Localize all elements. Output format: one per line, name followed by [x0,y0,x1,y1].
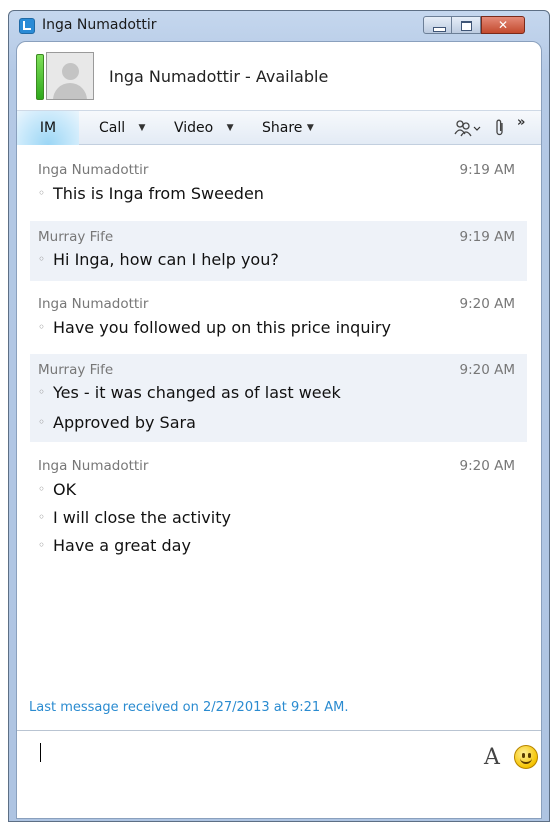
message-line: ◦ I will close the activity [38,508,231,527]
bullet-icon: ◦ [38,510,46,524]
message-input[interactable]: A [17,731,541,818]
paperclip-icon[interactable] [494,119,506,137]
emoticon-icon[interactable] [514,745,538,769]
message-sender: Murray Fife [38,362,114,378]
message-line: ◦ Approved by Sara [38,413,196,432]
client-area: Inga Numadottir - Available IM Call ▼ Vi… [16,41,542,819]
call-dropdown-icon[interactable]: ▼ [139,123,146,133]
bullet-icon: ◦ [38,186,46,200]
more-options-icon[interactable]: » [517,115,525,130]
call-button[interactable]: Call ▼ [99,120,145,136]
message-line: ◦ Yes - it was changed as of last week [38,383,341,402]
maximize-icon [461,21,472,31]
message-group: Murray Fife 9:20 AM ◦ Yes - it was change… [30,354,527,442]
share-label: Share [262,120,303,136]
message-sender: Inga Numadottir [38,458,149,474]
people-icon[interactable] [454,119,481,137]
im-window: Inga Numadottir ✕ Inga Numadottir - Avai… [8,10,550,822]
message-group: Inga Numadottir 9:19 AM ◦ This is Inga fr… [30,154,527,217]
conversation-toolbar: IM Call ▼ Video ▼ Share ▼ » [17,110,541,145]
bullet-icon: ◦ [38,538,46,552]
bullet-icon: ◦ [38,482,46,496]
message-text: Yes - it was changed as of last week [53,383,341,402]
video-button[interactable]: Video ▼ [174,120,234,136]
message-text: Have you followed up on this price inqui… [53,318,391,337]
emoticon-mouth [520,755,532,764]
avatar-placeholder-head [62,63,79,80]
video-dropdown-icon[interactable]: ▼ [227,123,234,133]
lync-app-icon [19,18,35,34]
bullet-icon: ◦ [38,385,46,399]
message-text: This is Inga from Sweeden [53,184,264,203]
message-text: Hi Inga, how can I help you? [53,250,279,269]
share-button[interactable]: Share ▼ [262,120,314,136]
last-message-status: Last message received on 2/27/2013 at 9:… [29,700,349,715]
title-bar[interactable]: Inga Numadottir ✕ [9,11,549,41]
avatar-placeholder-body [53,83,87,99]
minimize-icon [433,27,446,32]
message-time: 9:20 AM [459,296,516,312]
maximize-button[interactable] [452,16,481,34]
contact-header: Inga Numadottir - Available [17,42,541,102]
message-time: 9:20 AM [459,362,516,378]
message-line: ◦ Have you followed up on this price inqu… [38,318,391,337]
message-line: ◦ Have a great day [38,536,191,555]
bullet-icon: ◦ [38,415,46,429]
bullet-icon: ◦ [38,320,46,334]
contact-avatar[interactable] [46,52,94,100]
message-text: OK [53,480,77,499]
message-group: Murray Fife 9:19 AM ◦ Hi Inga, how can I … [30,221,527,281]
font-icon[interactable]: A [484,745,500,770]
message-group: Inga Numadottir 9:20 AM ◦ Have you follow… [30,288,527,350]
bullet-icon: ◦ [38,252,46,266]
message-sender: Inga Numadottir [38,296,149,312]
minimize-button[interactable] [423,16,452,34]
share-dropdown-icon: ▼ [306,123,314,133]
message-text: I will close the activity [53,508,231,527]
contact-name-status[interactable]: Inga Numadottir - Available [109,67,328,86]
message-text: Approved by Sara [53,413,196,432]
message-line: ◦ Hi Inga, how can I help you? [38,250,279,269]
message-sender: Murray Fife [38,229,114,245]
call-label: Call [99,120,126,136]
message-time: 9:19 AM [459,162,516,178]
presence-indicator [36,54,44,100]
text-cursor [40,743,41,762]
message-text: Have a great day [53,536,191,555]
message-group: Inga Numadottir 9:20 AM ◦ OK ◦ I will clos… [30,450,527,570]
video-label: Video [174,120,214,136]
message-line: ◦ This is Inga from Sweeden [38,184,264,203]
im-tab[interactable]: IM [17,111,79,145]
close-button[interactable]: ✕ [481,16,525,34]
close-icon: ✕ [497,18,509,32]
message-time: 9:20 AM [459,458,516,474]
message-sender: Inga Numadottir [38,162,149,178]
message-time: 9:19 AM [459,229,516,245]
conversation-history: Inga Numadottir 9:19 AM ◦ This is Inga fr… [17,146,541,731]
message-line: ◦ OK [38,480,76,499]
window-title: Inga Numadottir [42,17,157,33]
im-tab-label: IM [39,120,57,136]
